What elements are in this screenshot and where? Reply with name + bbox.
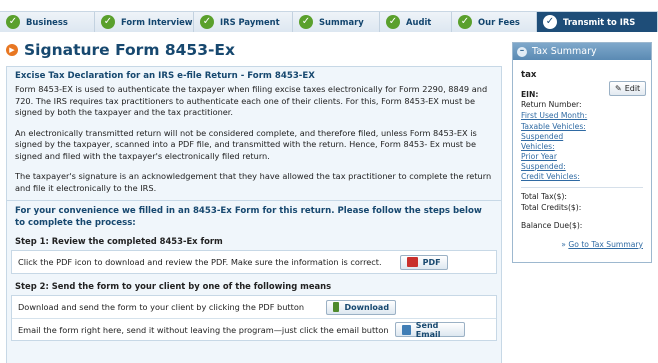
step-business[interactable]: ✓ Business: [0, 12, 95, 32]
pdf-icon: [406, 257, 418, 267]
title-row: ▶ Signature Form 8453-Ex: [6, 41, 235, 59]
return-number-label: Return Number:: [521, 100, 582, 109]
taxable-vehicles-link[interactable]: Taxable Vehicles:: [521, 122, 643, 132]
goto-prefix: »: [561, 239, 566, 249]
step-summary[interactable]: ✓ Summary: [293, 12, 380, 32]
step-label: Form Interview: [121, 17, 193, 27]
step1-box: Click the PDF icon to download and revie…: [11, 250, 497, 274]
total-tax-label: Total Tax($):: [521, 191, 567, 201]
divider: [7, 200, 501, 201]
check-circle-icon: ✓: [458, 15, 472, 29]
step-label: Summary: [319, 17, 364, 27]
send-email-button-label: Send Email: [415, 320, 441, 339]
credit-vehicles-link[interactable]: Credit Vehicles:: [521, 172, 643, 182]
step-form-interview[interactable]: ✓ Form Interview: [95, 12, 194, 32]
edit-button[interactable]: ✎ Edit: [609, 81, 647, 96]
step-our-fees[interactable]: ✓ Our Fees: [452, 12, 537, 32]
step1-row: Click the PDF icon to download and revie…: [12, 251, 496, 273]
tax-summary-header[interactable]: – Tax Summary: [513, 43, 651, 60]
check-circle-icon: ✓: [101, 15, 115, 29]
step-label: Audit: [406, 17, 432, 27]
check-circle-icon: ✓: [386, 15, 400, 29]
step-irs-payment[interactable]: ✓ IRS Payment: [194, 12, 293, 32]
pdf-button[interactable]: PDF: [399, 254, 448, 270]
goto-tax-summary[interactable]: » Go to Tax Summary: [521, 240, 643, 249]
download-text: Download and send the form to your clien…: [18, 302, 305, 312]
main-panel: Excise Tax Declaration for an IRS e-file…: [6, 66, 502, 363]
step-label: Transmit to IRS: [563, 17, 636, 27]
check-circle-icon: ✓: [200, 15, 214, 29]
step1-text: Click the PDF icon to download and revie…: [18, 257, 382, 267]
email-row: Email the form right here, send it witho…: [12, 318, 496, 340]
pdf-button-label: PDF: [422, 257, 441, 267]
balance-due-label: Balance Due($):: [521, 220, 583, 230]
email-text: Email the form right here, send it witho…: [18, 324, 389, 335]
paragraph-acknowledgement: The taxpayer's signature is an acknowled…: [15, 171, 492, 193]
section-heading: Excise Tax Declaration for an IRS e-file…: [15, 71, 315, 81]
download-button-label: Download: [344, 302, 390, 312]
first-used-month-link[interactable]: First Used Month:: [521, 111, 643, 121]
step-label: Our Fees: [478, 17, 520, 27]
send-email-button[interactable]: Send Email: [394, 320, 465, 339]
pencil-icon: ✎: [615, 84, 622, 93]
tax-summary-title: Tax Summary: [532, 46, 597, 57]
paragraph-completeness: An electronically transmitted return wil…: [15, 127, 477, 161]
check-circle-icon: ✓: [299, 15, 313, 29]
step2-heading: Step 2: Send the form to your client by …: [15, 281, 332, 291]
step-label: Business: [26, 17, 68, 27]
step-label: IRS Payment: [220, 17, 280, 27]
step-transmit-to-irs[interactable]: ✓ Transmit to IRS: [537, 12, 658, 32]
step-audit[interactable]: ✓ Audit: [380, 12, 452, 32]
convenience-note: For your convenience we filled in an 845…: [15, 206, 482, 228]
edit-button-label: Edit: [624, 84, 641, 93]
check-circle-icon: ✓: [543, 15, 557, 29]
top-bar: [0, 0, 658, 12]
download-button[interactable]: Download: [326, 299, 397, 315]
arrow-circle-icon: ▶: [6, 44, 18, 56]
download-row: Download and send the form to your clien…: [12, 296, 496, 318]
wizard-steps: ✓ Business ✓ Form Interview ✓ IRS Paymen…: [0, 12, 658, 32]
download-icon: [333, 302, 340, 312]
check-circle-icon: ✓: [6, 15, 20, 29]
divider: [521, 186, 643, 188]
paragraph-purpose: Form 8453-EX is used to authenticate the…: [15, 84, 488, 117]
step1-heading: Step 1: Review the completed 8453-Ex for…: [15, 236, 223, 246]
email-icon: [401, 324, 411, 335]
goto-tax-summary-link[interactable]: Go to Tax Summary: [568, 240, 643, 249]
tax-name: tax: [521, 70, 537, 80]
tax-summary-panel: – Tax Summary ✎ Edit tax EIN: Return Num…: [512, 42, 652, 263]
minus-circle-icon[interactable]: –: [517, 46, 527, 57]
prior-year-suspended-link[interactable]: Prior Year Suspended:: [521, 152, 581, 171]
suspended-vehicles-link[interactable]: Suspended Vehicles:: [521, 132, 573, 151]
total-credits-label: Total Credits($):: [521, 202, 582, 212]
page-title: Signature Form 8453-Ex: [24, 41, 236, 59]
step2-box: Download and send the form to your clien…: [11, 295, 497, 341]
